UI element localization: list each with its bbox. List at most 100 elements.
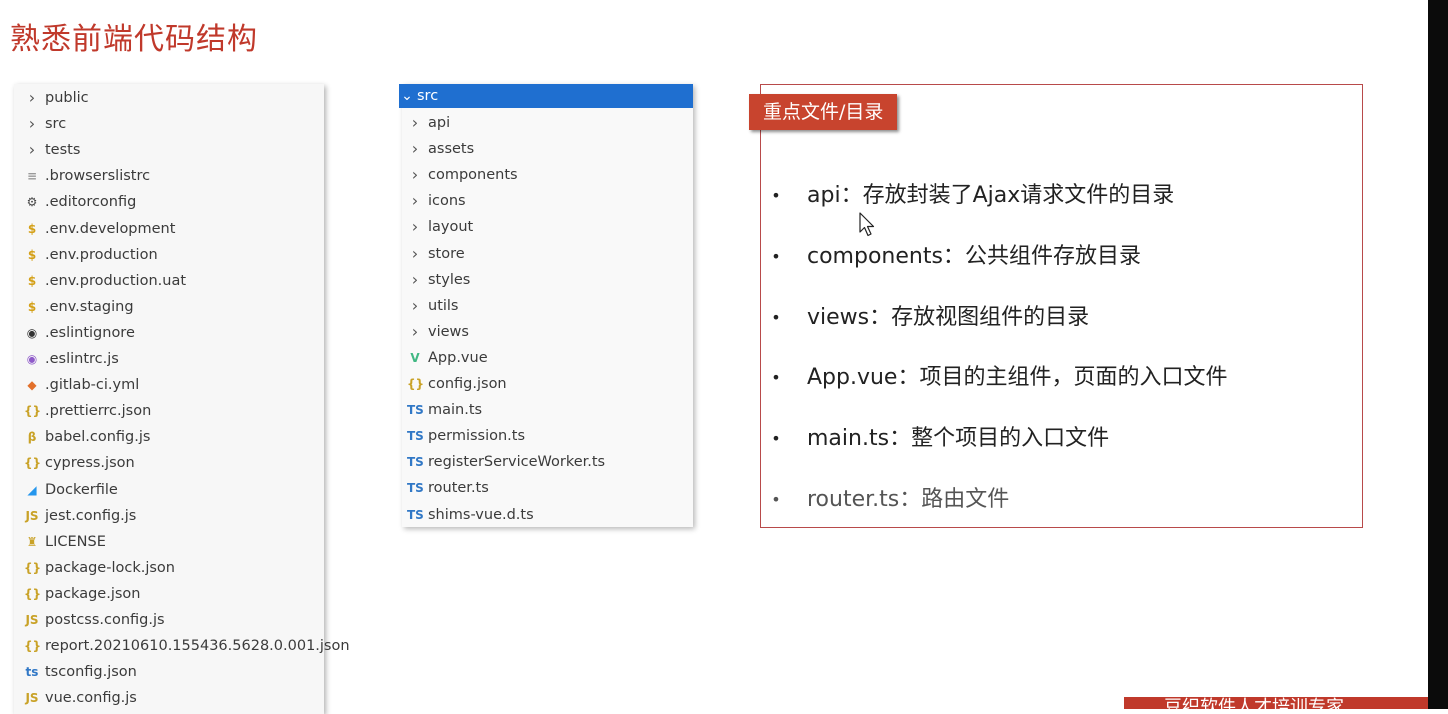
- chevron-right-icon: ›: [411, 269, 419, 289]
- tree-item-label: report.20210610.155436.5628.0.001.json: [45, 638, 350, 655]
- ts-icon: TS: [407, 481, 424, 496]
- tree-item-label: store: [428, 245, 465, 262]
- key-file-name: api: [807, 183, 841, 208]
- colon-separator: ：: [869, 304, 892, 330]
- right-edge-strip: [1428, 0, 1448, 709]
- json-icon: {}: [24, 456, 42, 471]
- ts-icon: TS: [407, 507, 424, 522]
- tree-item-label: styles: [428, 271, 471, 288]
- tree-item-label: router.ts: [428, 480, 489, 497]
- tree-item-label: assets: [428, 141, 475, 158]
- gear-icon: ⚙: [26, 195, 38, 210]
- tree-item-label: .eslintignore: [45, 324, 135, 341]
- key-files-header: 重点文件/目录: [749, 94, 898, 130]
- key-files-box: 重点文件/目录 • api：存放封装了Ajax请求文件的目录 • components…: [749, 84, 1363, 528]
- tree-item-label: package-lock.json: [45, 559, 175, 576]
- chevron-right-icon: ›: [411, 243, 419, 263]
- dollar-icon: $: [27, 273, 37, 288]
- chevron-down-icon: ⌄: [401, 88, 413, 104]
- key-file-name: views: [807, 304, 870, 330]
- src-folder-label: src: [417, 88, 439, 104]
- colon-separator: ：: [899, 487, 922, 512]
- tree-item-label: shims-vue.d.ts: [428, 506, 534, 523]
- chevron-right-icon: ›: [411, 139, 419, 159]
- tree-item-label: .gitlab-ci.yml: [45, 377, 140, 394]
- bullet-icon: •: [771, 307, 781, 327]
- footer-ribbon: 豆织软件人才培训专家: [1124, 697, 1428, 709]
- tree-item-label: config.json: [428, 376, 507, 392]
- tree-item-label: cypress.json: [45, 455, 135, 472]
- tree-item-label: .env.production: [45, 246, 158, 263]
- tree-item-label: .eslintrc.js: [45, 351, 119, 367]
- bullet-icon: •: [771, 246, 781, 266]
- babel-icon: β: [27, 430, 37, 445]
- ts-icon: TS: [407, 429, 424, 444]
- docker-icon: ◢: [27, 482, 37, 497]
- project-file-tree: › public › src › tests ≡ .browserslistrc ⚙ .edito…: [14, 84, 350, 714]
- ts-icon: TS: [407, 403, 424, 418]
- tree-item-label: .env.development: [45, 220, 176, 237]
- json-icon: {}: [407, 377, 425, 391]
- tree-item-label: package.json: [45, 585, 141, 602]
- gitlab-icon: ◆: [27, 378, 37, 393]
- vue-icon: V: [410, 350, 420, 365]
- tree-item-label: Dockerfile: [45, 481, 118, 498]
- chevron-right-icon: ›: [411, 113, 419, 132]
- js-icon: JS: [25, 691, 39, 706]
- tree-item-label: LICENSE: [45, 533, 106, 550]
- bullet-icon: •: [771, 429, 781, 449]
- tree-item-label: src: [45, 116, 67, 133]
- key-file-description: 公共组件存放目录: [964, 243, 1141, 269]
- key-file-name: App.vue: [807, 365, 898, 391]
- json-icon: {}: [24, 639, 42, 654]
- tree-item-label: .env.production.uat: [45, 272, 187, 289]
- tree-item-label: views: [428, 323, 469, 340]
- chevron-right-icon: ›: [28, 140, 36, 160]
- license-icon: ♜: [26, 534, 38, 549]
- json-icon: {}: [24, 560, 42, 575]
- colon-separator: ：: [840, 183, 863, 208]
- json-icon: {}: [24, 586, 42, 601]
- mouse-cursor-icon: [859, 212, 875, 237]
- bullet-icon: •: [771, 186, 781, 205]
- chevron-right-icon: ›: [28, 88, 36, 107]
- tree-item-label: .browserslistrc: [45, 168, 151, 185]
- json-icon: {}: [24, 404, 42, 419]
- dollar-icon: $: [27, 299, 37, 314]
- colon-separator: ：: [889, 426, 912, 452]
- eslint-icon: ◉: [26, 325, 38, 340]
- tree-item-label: App.vue: [428, 349, 488, 366]
- tree-item-label: public: [45, 90, 89, 106]
- bullet-icon: •: [771, 368, 781, 388]
- key-file-description: 存放封装了Ajax请求文件的目录: [862, 183, 1175, 208]
- chevron-right-icon: ›: [411, 191, 419, 211]
- chevron-right-icon: ›: [411, 295, 419, 315]
- tree-item-label: main.ts: [428, 402, 483, 419]
- key-file-description: 存放视图组件的目录: [891, 304, 1090, 330]
- tree-item-label: utils: [428, 297, 459, 314]
- key-file-description: 路由文件: [921, 487, 1010, 512]
- tree-item-label: tests: [45, 142, 81, 159]
- src-folder-header[interactable]: ⌄ src: [399, 84, 693, 108]
- dollar-icon: $: [27, 247, 37, 262]
- footer-ribbon-text: 豆织软件人才培训专家: [1164, 697, 1344, 709]
- chevron-right-icon: ›: [411, 217, 419, 237]
- chevron-right-icon: ›: [411, 321, 419, 341]
- tree-item-label: icons: [428, 193, 466, 210]
- tree-item-label: jest.config.js: [45, 507, 137, 524]
- key-file-description: 整个项目的入口文件: [911, 426, 1110, 452]
- key-file-name: router.ts: [807, 487, 900, 512]
- tree-item-label: registerServiceWorker.ts: [428, 454, 606, 471]
- tree-item-label: .prettierrc.json: [45, 403, 152, 420]
- js-icon: JS: [25, 613, 39, 627]
- tree-item-label: api: [428, 115, 451, 131]
- colon-separator: ：: [897, 365, 920, 391]
- ts-icon: TS: [407, 455, 424, 470]
- page-title: 熟悉前端代码结构: [10, 22, 258, 57]
- key-file-name: main.ts: [807, 426, 890, 452]
- text-file-icon: ≡: [26, 169, 38, 184]
- dollar-icon: $: [27, 221, 37, 236]
- tree-item-label: postcss.config.js: [45, 612, 165, 628]
- tree-item-label: components: [428, 167, 518, 184]
- tree-item-label: vue.config.js: [45, 690, 137, 707]
